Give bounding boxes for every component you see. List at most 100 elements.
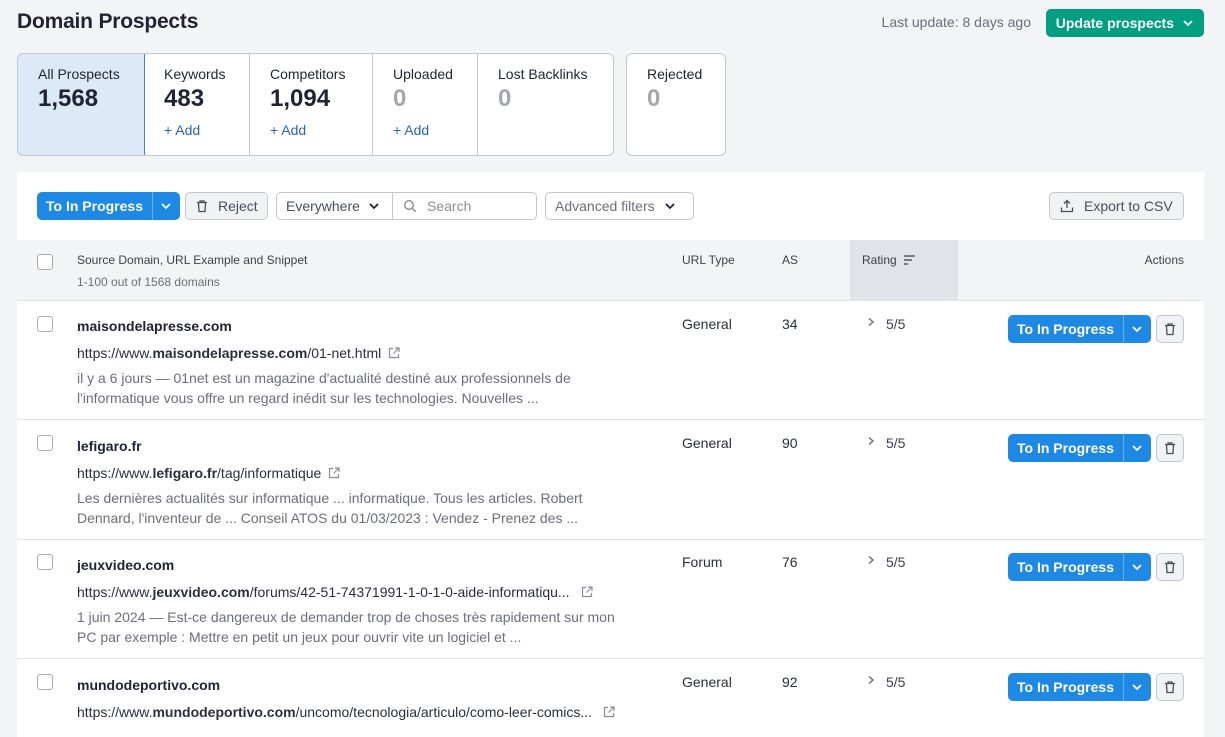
row-rating: 5/5 <box>886 674 906 690</box>
rating-column-header[interactable]: Rating <box>862 253 916 267</box>
row-url-type: General <box>682 674 732 690</box>
tab-count: 0 <box>647 85 661 112</box>
chevron-down-icon <box>1183 20 1193 27</box>
row-domain[interactable]: lefigaro.fr <box>77 438 142 454</box>
snippet-line: Les dernières actualités sur informatiqu… <box>77 490 583 506</box>
row-action-label: To In Progress <box>1017 440 1114 456</box>
add-keywords-link[interactable]: + Add <box>164 122 249 138</box>
url-domain: lefigaro.fr <box>152 465 218 481</box>
row-url-type: General <box>682 435 732 451</box>
rating-column-highlight <box>850 240 958 301</box>
row-domain[interactable]: mundodeportivo.com <box>77 677 220 693</box>
url-path: /tag/informatique <box>217 465 322 481</box>
external-link-icon[interactable] <box>580 585 594 599</box>
advanced-filters-button[interactable]: Advanced filters <box>545 192 694 220</box>
row-url[interactable]: https://www. maisondelapresse.com/01-net.… <box>77 345 401 361</box>
row-as: 90 <box>782 435 798 451</box>
external-link-icon[interactable] <box>387 346 401 360</box>
reject-button[interactable]: Reject <box>185 192 268 220</box>
scope-select[interactable]: Everywhere <box>276 192 393 220</box>
as-column-header[interactable]: AS <box>782 253 798 267</box>
url-path: /01-net.html <box>307 345 382 361</box>
rating-label: Rating <box>862 253 897 267</box>
sort-icon <box>903 255 915 265</box>
url-path: /uncomo/tecnologia/articulo/como-leer-co… <box>295 704 593 720</box>
chevron-down-icon[interactable] <box>151 192 180 220</box>
row-reject-button[interactable] <box>1156 315 1184 343</box>
source-column-header: Source Domain, URL Example and Snippet 1… <box>77 253 307 289</box>
chevron-right-icon[interactable] <box>866 555 876 565</box>
row-url[interactable]: https://www. lefigaro.fr/tag/informatique <box>77 465 341 481</box>
row-reject-button[interactable] <box>1156 553 1184 581</box>
search-input[interactable]: Search <box>392 192 537 220</box>
tab-all-prospects[interactable]: All Prospects 1,568 <box>18 54 145 155</box>
tab-label: All Prospects <box>38 66 120 82</box>
external-link-icon[interactable] <box>327 466 341 480</box>
row-as: 76 <box>782 554 798 570</box>
chevron-down-icon[interactable] <box>1122 434 1151 462</box>
trash-icon <box>1165 323 1175 336</box>
chevron-down-icon[interactable] <box>1122 553 1151 581</box>
row-url[interactable]: https://www. mundodeportivo.com/uncomo/te… <box>77 704 616 720</box>
row-url[interactable]: https://www. jeuxvideo.com/forums/42-51-7… <box>77 584 594 600</box>
tab-count: 1,568 <box>38 85 99 112</box>
tab-rejected[interactable]: Rejected 0 <box>626 53 726 156</box>
row-domain[interactable]: maisondelapresse.com <box>77 318 232 334</box>
tab-label: Rejected <box>647 66 703 82</box>
row-reject-button[interactable] <box>1156 673 1184 701</box>
row-checkbox[interactable] <box>37 674 53 690</box>
tab-count: 483 <box>164 85 205 112</box>
row-rating: 5/5 <box>886 435 906 451</box>
row-action-label: To In Progress <box>1017 559 1114 575</box>
row-to-in-progress-button[interactable]: To In Progress <box>1008 315 1151 343</box>
update-prospects-button[interactable]: Update prospects <box>1045 9 1204 37</box>
table-row: mundodeportivo.com https://www. mundodepo… <box>17 659 1204 737</box>
row-snippet: il y a 6 jours — 01net est un magazine d… <box>77 368 617 408</box>
add-uploaded-link[interactable]: + Add <box>393 122 477 138</box>
reject-label: Reject <box>218 198 258 214</box>
to-in-progress-label: To In Progress <box>46 198 143 214</box>
snippet-line: il y a 6 jours — 01net est un magazine d… <box>77 370 571 386</box>
row-as: 92 <box>782 674 798 690</box>
row-checkbox[interactable] <box>37 554 53 570</box>
select-all-checkbox[interactable] <box>37 254 53 270</box>
page-header: Domain Prospects Last update: 8 days ago… <box>0 0 1225 46</box>
chevron-down-icon[interactable] <box>1122 315 1151 343</box>
external-link-icon[interactable] <box>602 705 616 719</box>
chevron-down-icon <box>664 203 675 210</box>
row-to-in-progress-button[interactable]: To In Progress <box>1008 553 1151 581</box>
row-domain[interactable]: jeuxvideo.com <box>77 557 174 573</box>
chevron-down-icon[interactable] <box>1122 673 1151 701</box>
tab-keywords[interactable]: Keywords 483 + Add <box>144 54 250 155</box>
tab-uploaded[interactable]: Uploaded 0 + Add <box>373 54 478 155</box>
bulk-to-in-progress-button[interactable]: To In Progress <box>37 192 180 220</box>
export-csv-button[interactable]: Export to CSV <box>1049 192 1184 220</box>
results-count: 1-100 out of 1568 domains <box>77 275 220 289</box>
chevron-right-icon[interactable] <box>866 436 876 446</box>
tab-label: Keywords <box>164 66 226 82</box>
url-prefix: https://www. <box>77 704 153 720</box>
row-reject-button[interactable] <box>1156 434 1184 462</box>
toolbar: To In Progress Reject Everywhere Search … <box>17 172 1204 240</box>
table-row: lefigaro.fr https://www. lefigaro.fr/tag/… <box>17 420 1204 540</box>
chevron-right-icon[interactable] <box>866 317 876 327</box>
tab-competitors[interactable]: Competitors 1,094 + Add <box>250 54 373 155</box>
update-prospects-label: Update prospects <box>1055 15 1174 31</box>
tab-group: All Prospects 1,568 Keywords 483 + Add C… <box>17 53 614 156</box>
chevron-down-icon <box>369 203 379 210</box>
tab-lost-backlinks[interactable]: Lost Backlinks 0 <box>478 54 613 155</box>
row-to-in-progress-button[interactable]: To In Progress <box>1008 434 1151 462</box>
tab-count: 0 <box>393 85 407 112</box>
row-action-label: To In Progress <box>1017 679 1114 695</box>
tab-label: Lost Backlinks <box>498 66 588 82</box>
snippet-line: l'informatique vous offre un regard inéd… <box>77 390 539 406</box>
tab-count: 1,094 <box>270 85 331 112</box>
prospects-panel: To In Progress Reject Everywhere Search … <box>17 172 1204 737</box>
row-url-type: Forum <box>682 554 723 570</box>
row-to-in-progress-button[interactable]: To In Progress <box>1008 673 1151 701</box>
url-type-column-header[interactable]: URL Type <box>682 253 735 267</box>
chevron-right-icon[interactable] <box>866 675 876 685</box>
add-competitors-link[interactable]: + Add <box>270 122 372 138</box>
row-checkbox[interactable] <box>37 316 53 332</box>
row-checkbox[interactable] <box>37 435 53 451</box>
